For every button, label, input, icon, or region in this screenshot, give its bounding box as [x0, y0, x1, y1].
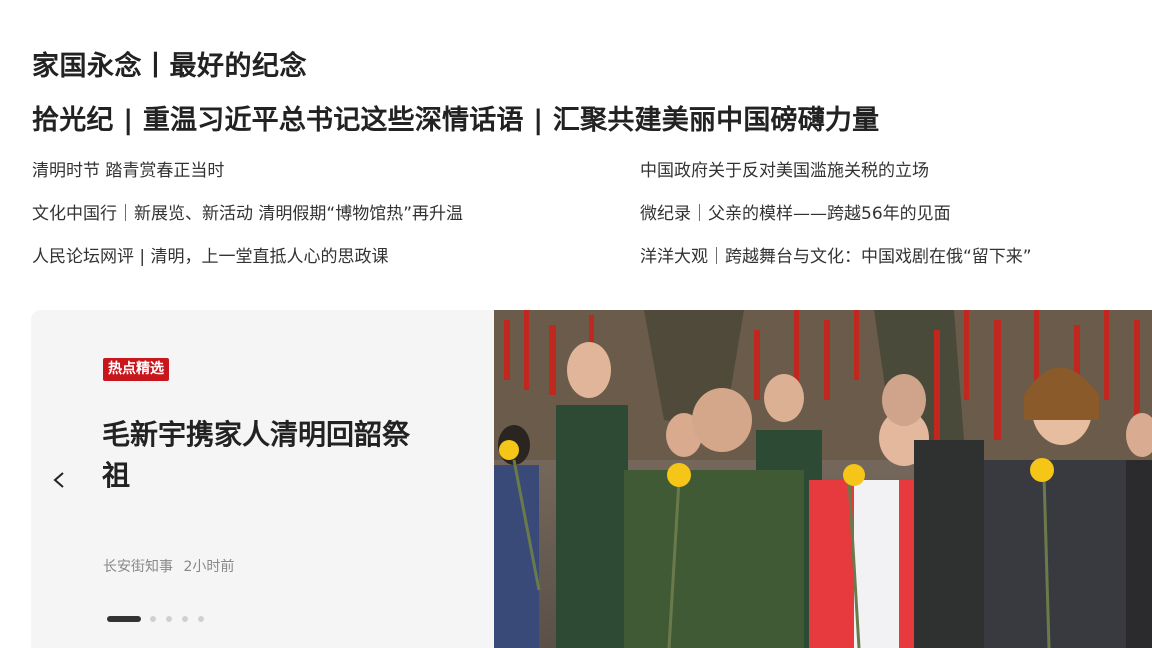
pagination-dot[interactable]	[198, 616, 204, 622]
news-link[interactable]: 人民论坛网评 | 清明，上一堂直抵人心的思政课	[32, 246, 463, 289]
news-link[interactable]: 微纪录｜父亲的模样——跨越56年的见面	[640, 203, 1032, 246]
news-link[interactable]: 清明时节 踏青赏春正当时	[32, 160, 463, 203]
time-label: 2小时前	[183, 559, 235, 575]
pagination-dot[interactable]	[166, 616, 172, 622]
source-label: 长安街知事	[103, 559, 173, 575]
pagination-dot[interactable]	[182, 616, 188, 622]
carousel-card[interactable]: 热点精选 毛新宇携家人清明回韶祭祖 长安街知事 2小时前	[31, 310, 494, 648]
news-page: 家国永念丨最好的纪念 拾光纪 | 重温习近平总书记这些深情话语 | 汇聚共建美丽…	[0, 0, 1152, 648]
featured-carousel: 热点精选 毛新宇携家人清明回韶祭祖 长安街知事 2小时前	[31, 310, 1152, 648]
headline-primary[interactable]: 家国永念丨最好的纪念	[32, 44, 307, 83]
chevron-left-icon[interactable]	[45, 466, 73, 494]
news-link[interactable]: 中国政府关于反对美国滥施关税的立场	[640, 160, 1032, 203]
pagination-dot-active[interactable]	[107, 616, 141, 622]
news-links-right: 中国政府关于反对美国滥施关税的立场 微纪录｜父亲的模样——跨越56年的见面 洋洋…	[640, 160, 1032, 289]
news-links-left: 清明时节 踏青赏春正当时 文化中国行｜新展览、新活动 清明假期“博物馆热”再升温…	[32, 160, 463, 289]
carousel-title[interactable]: 毛新宇携家人清明回韶祭祖	[102, 414, 432, 496]
news-link[interactable]: 文化中国行｜新展览、新活动 清明假期“博物馆热”再升温	[32, 203, 463, 246]
headline-secondary[interactable]: 拾光纪 | 重温习近平总书记这些深情话语 | 汇聚共建美丽中国磅礴力量	[32, 98, 879, 137]
pagination-dot[interactable]	[150, 616, 156, 622]
carousel-meta: 长安街知事 2小时前	[103, 556, 234, 576]
news-photo[interactable]	[494, 310, 1152, 648]
news-link[interactable]: 洋洋大观｜跨越舞台与文化：中国戏剧在俄“留下来”	[640, 246, 1032, 289]
hot-pick-badge: 热点精选	[103, 358, 169, 381]
